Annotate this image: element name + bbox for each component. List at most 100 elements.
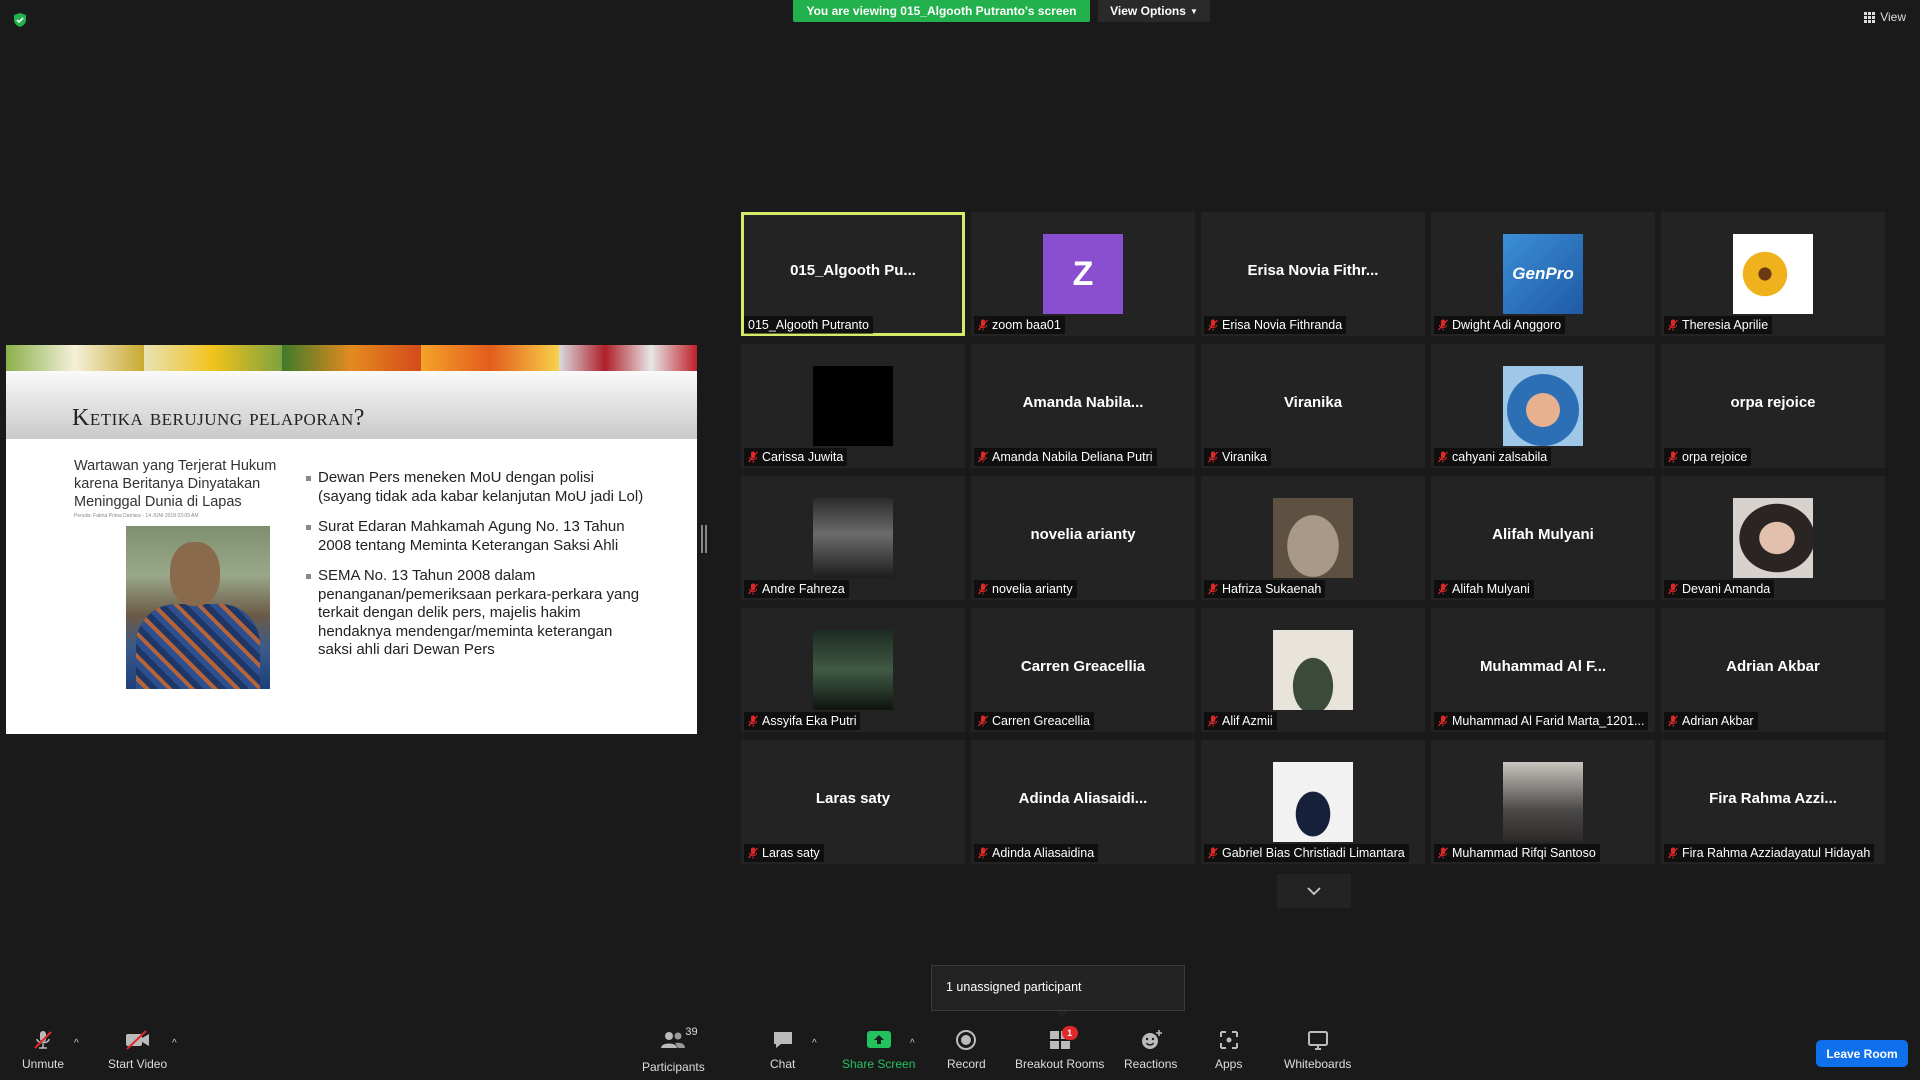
participant-name-label: novelia arianty — [974, 580, 1077, 598]
zoom-meeting-window: { "top": { "banner_text": "You are viewi… — [0, 0, 1920, 1080]
participant-name-label: Amanda Nabila Deliana Putri — [974, 448, 1157, 466]
microphone-muted-icon — [978, 319, 988, 331]
participant-tile[interactable]: cahyani zalsabila — [1431, 344, 1655, 468]
participant-name: Laras saty — [762, 846, 820, 860]
participant-tile[interactable]: Muhammad Al F... Muhammad Al Farid Marta_… — [1431, 608, 1655, 732]
participant-tile[interactable]: novelia arianty novelia arianty — [971, 476, 1195, 600]
microphone-muted-icon — [1208, 451, 1218, 463]
participant-display-name: Laras saty — [815, 790, 891, 807]
view-button[interactable]: View — [1864, 10, 1906, 24]
whiteboards-button[interactable]: Whiteboards — [1284, 1028, 1351, 1071]
viewing-screen-banner: You are viewing 015_Algooth Putranto's s… — [793, 0, 1090, 22]
chevron-down-icon — [1307, 887, 1321, 896]
participant-tile[interactable]: Assyifa Eka Putri — [741, 608, 965, 732]
participant-tile[interactable]: Gabriel Bias Christiadi Limantara — [1201, 740, 1425, 864]
participant-display-name: Adrian Akbar — [1726, 658, 1820, 675]
participant-tile[interactable]: Theresia Aprilie — [1661, 212, 1885, 336]
video-camera-off-icon — [125, 1030, 149, 1050]
participant-tile[interactable]: Adrian Akbar Adrian Akbar — [1661, 608, 1885, 732]
record-icon — [956, 1030, 977, 1050]
participant-name: zoom baa01 — [992, 318, 1061, 332]
microphone-muted-icon — [1668, 451, 1678, 463]
participant-tile[interactable]: Fira Rahma Azzi... Fira Rahma Azziadayatu… — [1661, 740, 1885, 864]
gallery-next-page-button[interactable] — [1277, 874, 1351, 908]
participant-display-name: Alifah Mulyani — [1492, 526, 1594, 543]
participant-tile[interactable]: Muhammad Rifqi Santoso — [1431, 740, 1655, 864]
participant-avatar — [1733, 498, 1813, 578]
shared-screen-slide: Ketika berujung pelaporan? Wartawan yang… — [6, 345, 697, 734]
microphone-muted-icon — [1208, 715, 1218, 727]
participants-icon — [661, 1032, 686, 1048]
participants-button[interactable]: 39 Participants — [642, 1026, 705, 1074]
participant-display-name: 015_Algooth Pu... — [790, 262, 916, 279]
microphone-muted-icon — [978, 715, 988, 727]
leave-room-label: Leave Room — [1826, 1046, 1898, 1061]
microphone-muted-icon — [1438, 451, 1448, 463]
leave-room-button[interactable]: Leave Room — [1816, 1040, 1908, 1067]
slide-bullet: Surat Edaran Mahkamah Agung No. 13 Tahun… — [306, 518, 646, 555]
slide-title: Ketika berujung pelaporan? — [72, 405, 365, 431]
participant-tile[interactable]: GenPro Dwight Adi Anggoro — [1431, 212, 1655, 336]
participant-tile[interactable]: Erisa Novia Fithr... Erisa Novia Fithrand… — [1201, 212, 1425, 336]
breakout-rooms-button[interactable]: 1 Breakout Rooms — [1015, 1026, 1104, 1071]
participant-avatar — [1733, 234, 1813, 314]
participant-name: Carissa Juwita — [762, 450, 844, 464]
apps-button[interactable]: Apps — [1215, 1028, 1242, 1071]
split-view-resize-handle[interactable] — [701, 525, 707, 553]
participant-tile[interactable]: Laras saty Laras saty — [741, 740, 965, 864]
microphone-muted-icon — [1438, 319, 1448, 331]
participant-tile[interactable]: Alif Azmii — [1201, 608, 1425, 732]
participant-name: orpa rejoice — [1682, 450, 1748, 464]
breakout-rooms-badge: 1 — [1061, 1026, 1078, 1040]
tooltip-text: 1 unassigned participant — [946, 980, 1082, 994]
participant-avatar — [1503, 366, 1583, 446]
slide-bullet-list: Dewan Pers meneken MoU dengan polisi (sa… — [306, 469, 646, 672]
unmute-button[interactable]: Unmute — [22, 1028, 64, 1071]
smiley-plus-icon — [1141, 1030, 1162, 1049]
participant-name-label: Carissa Juwita — [744, 448, 848, 466]
participant-tile[interactable]: Viranika Viranika — [1201, 344, 1425, 468]
slide-article-caption: Wartawan yang Terjerat Hukum karena Beri… — [74, 458, 277, 510]
start-video-button[interactable]: Start Video — [108, 1028, 167, 1071]
participant-name: Adinda Aliasaidina — [992, 846, 1095, 860]
microphone-muted-icon — [978, 451, 988, 463]
participant-name: Assyifa Eka Putri — [762, 714, 857, 728]
view-options-button[interactable]: View Options ▼ — [1098, 0, 1210, 22]
participant-name-label: Theresia Aprilie — [1664, 316, 1773, 334]
participant-tile[interactable]: Andre Fahreza — [741, 476, 965, 600]
participant-name-label: Gabriel Bias Christiadi Limantara — [1204, 844, 1409, 862]
audio-options-caret-icon[interactable]: ^ — [74, 1038, 79, 1049]
participant-tile[interactable]: Alifah Mulyani Alifah Mulyani — [1431, 476, 1655, 600]
participant-tile[interactable]: Devani Amanda — [1661, 476, 1885, 600]
participant-tile[interactable]: Carren Greacellia Carren Greacellia — [971, 608, 1195, 732]
share-screen-button[interactable]: Share Screen — [842, 1028, 915, 1071]
reactions-button[interactable]: Reactions — [1124, 1028, 1177, 1071]
participant-tile[interactable]: Adinda Aliasaidi... Adinda Aliasaidina — [971, 740, 1195, 864]
start-video-label: Start Video — [108, 1057, 168, 1071]
banner-text: You are viewing 015_Algooth Putranto's s… — [806, 4, 1077, 18]
security-shield-icon[interactable] — [12, 12, 28, 28]
microphone-muted-icon — [1668, 583, 1678, 595]
record-button[interactable]: Record — [947, 1028, 986, 1071]
participant-name: cahyani zalsabila — [1452, 450, 1548, 464]
participant-tile[interactable]: Zzoom baa01 — [971, 212, 1195, 336]
video-options-caret-icon[interactable]: ^ — [172, 1038, 177, 1049]
participant-name: Dwight Adi Anggoro — [1452, 318, 1562, 332]
participant-avatar — [1273, 762, 1353, 842]
participant-tile[interactable]: Hafriza Sukaenah — [1201, 476, 1425, 600]
share-options-caret-icon[interactable]: ^ — [910, 1038, 915, 1049]
participants-count: 39 — [685, 1026, 698, 1038]
participant-name: Andre Fahreza — [762, 582, 845, 596]
participant-display-name: novelia arianty — [1030, 526, 1136, 543]
chat-button[interactable]: Chat — [770, 1028, 795, 1071]
participant-tile[interactable]: orpa rejoice orpa rejoice — [1661, 344, 1885, 468]
participant-avatar — [813, 630, 893, 710]
participant-tile[interactable]: Amanda Nabila... Amanda Nabila Deliana Pu… — [971, 344, 1195, 468]
participant-name-label: Carren Greacellia — [974, 712, 1094, 730]
whiteboards-label: Whiteboards — [1284, 1057, 1352, 1071]
chat-options-caret-icon[interactable]: ^ — [812, 1038, 817, 1049]
participant-name: 015_Algooth Putranto — [748, 318, 869, 332]
share-screen-label: Share Screen — [842, 1057, 916, 1071]
participant-tile[interactable]: Carissa Juwita — [741, 344, 965, 468]
participant-tile[interactable]: 015_Algooth Pu... 015_Algooth Putranto — [741, 212, 965, 336]
